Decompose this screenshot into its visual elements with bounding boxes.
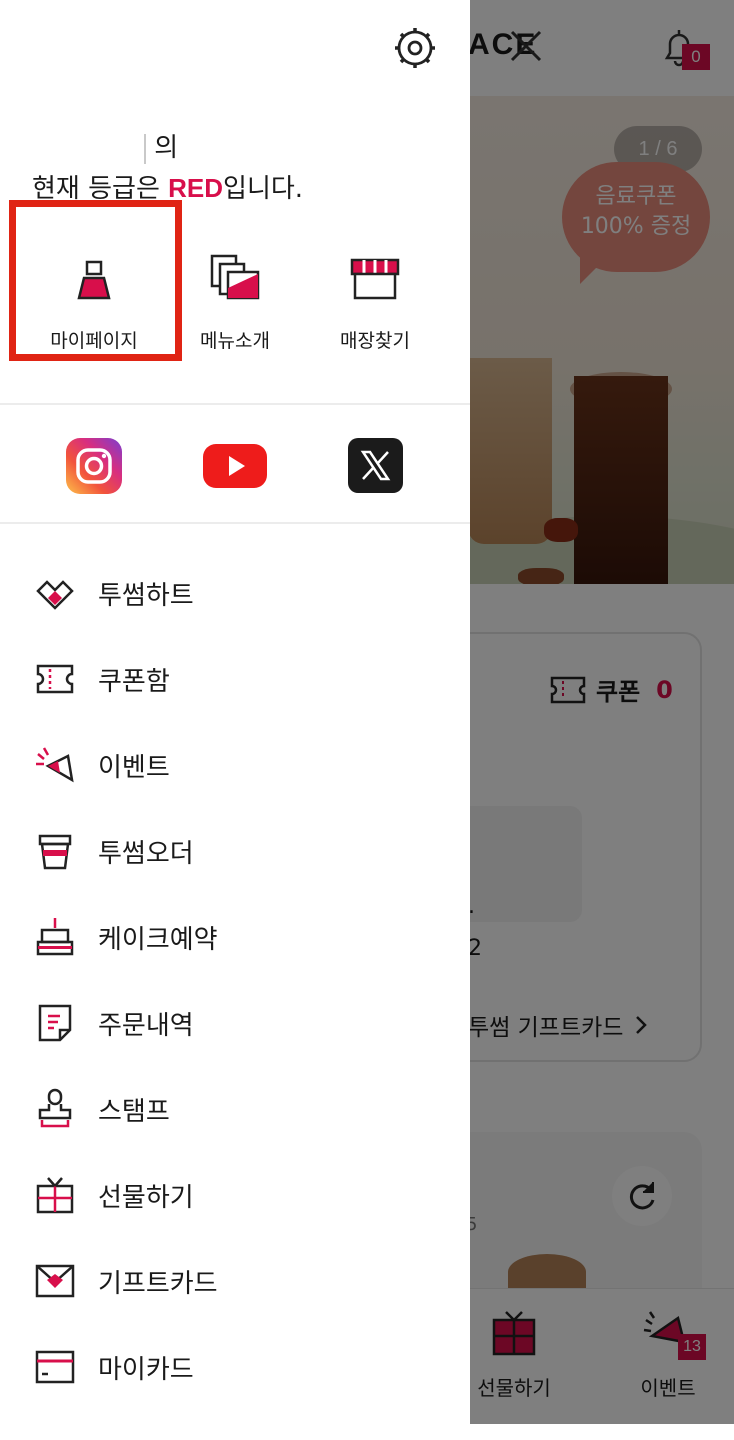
heart-icon	[36, 580, 74, 610]
menu-item-cake[interactable]: 케이크예약	[0, 894, 470, 980]
menu-item-label: 투썸하트	[98, 580, 194, 611]
menu-item-mycard[interactable]: 마이카드	[0, 1324, 470, 1410]
receipt-icon	[38, 1004, 72, 1042]
menu-item-label: 주문내역	[98, 1010, 194, 1041]
drawer-menu: 투썸하트 쿠폰함 이벤트 투썸오더 케이크예약 주문내역 스탬프 선물하기 기프…	[0, 550, 470, 1410]
giftcard-icon	[35, 1264, 75, 1298]
menu-item-label: 케이크예약	[98, 924, 218, 955]
menu-item-label: 스탬프	[98, 1096, 170, 1127]
card-icon	[35, 1350, 75, 1384]
menu-item-label: 선물하기	[98, 1182, 194, 1213]
menu-item-label: 투썸오더	[98, 838, 194, 869]
divider	[0, 403, 470, 405]
menu-item-gift[interactable]: 선물하기	[0, 1152, 470, 1238]
coupon-icon	[36, 664, 74, 694]
menu-item-label: 쿠폰함	[98, 666, 170, 697]
menu-item-stamp[interactable]: 스탬프	[0, 1066, 470, 1152]
side-drawer: 의 현재 등급은 RED입니다. 마이페이지 메뉴소개 매장찾기 투썸하트 쿠폰…	[0, 0, 470, 1440]
grade-value: RED	[168, 173, 224, 203]
quick-menu-intro-label: 메뉴소개	[200, 330, 270, 352]
menu-item-giftcard[interactable]: 기프트카드	[0, 1238, 470, 1324]
bottom-strip	[470, 1424, 734, 1440]
gift-icon	[36, 1177, 74, 1214]
divider	[0, 522, 470, 524]
cup-icon	[38, 834, 72, 870]
youtube-icon[interactable]	[203, 438, 267, 494]
menu-item-orders[interactable]: 주문내역	[0, 980, 470, 1066]
instagram-icon[interactable]	[66, 438, 122, 494]
greeting-suffix: 의	[154, 133, 179, 163]
menu-item-coupon[interactable]: 쿠폰함	[0, 636, 470, 722]
menu-intro-icon	[210, 254, 260, 300]
stamp-icon	[38, 1088, 72, 1128]
username-redacted	[144, 133, 146, 164]
quick-menu-intro[interactable]: 메뉴소개	[160, 250, 310, 353]
gear-icon[interactable]	[393, 26, 437, 70]
menu-item-label: 이벤트	[98, 752, 170, 783]
highlight-box	[9, 200, 182, 361]
menu-item-order[interactable]: 투썸오더	[0, 808, 470, 894]
menu-item-label: 기프트카드	[98, 1268, 218, 1299]
menu-item-label: 마이카드	[98, 1354, 194, 1385]
quick-store[interactable]: 매장찾기	[300, 250, 450, 353]
menu-item-heart[interactable]: 투썸하트	[0, 550, 470, 636]
x-icon[interactable]	[348, 438, 403, 493]
cake-icon	[36, 918, 74, 956]
greeting: 의	[32, 126, 178, 170]
megaphone-icon	[36, 747, 74, 783]
quick-store-label: 매장찾기	[340, 330, 410, 352]
grade-suffix: 입니다.	[223, 174, 304, 204]
store-icon	[350, 258, 400, 300]
menu-item-event[interactable]: 이벤트	[0, 722, 470, 808]
